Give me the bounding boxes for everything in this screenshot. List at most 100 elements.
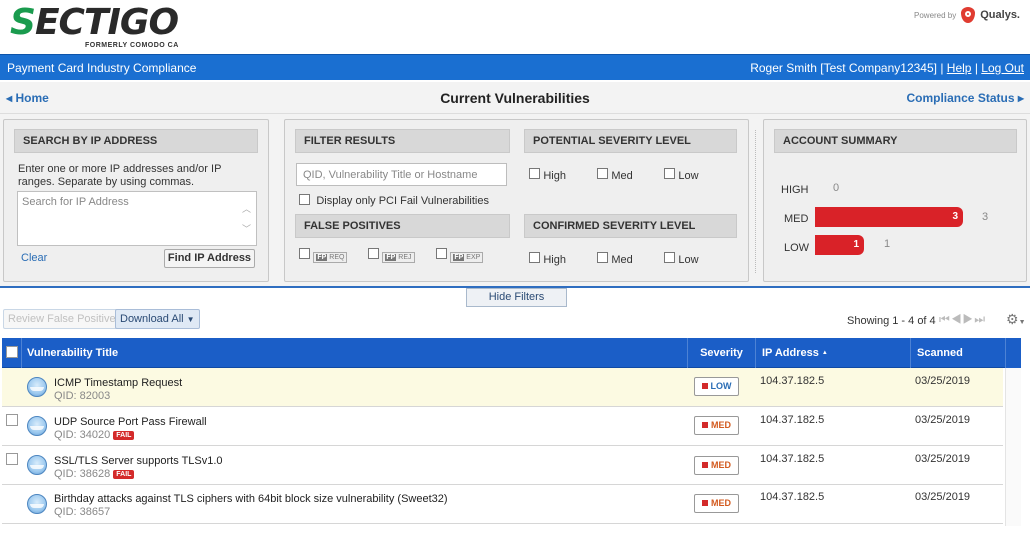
- confirmed-high-checkbox[interactable]: [529, 252, 540, 263]
- prev-page-icon[interactable]: ◀: [951, 312, 963, 326]
- table-header: Vulnerability Title Severity IP Address …: [2, 338, 1005, 368]
- pci-fail-badge: FAIL: [113, 431, 135, 440]
- potential-low-filter[interactable]: Low: [664, 168, 699, 182]
- confirmed-med-checkbox[interactable]: [597, 252, 608, 263]
- pci-fail-filter[interactable]: Display only PCI Fail Vulnerabilities: [299, 194, 489, 208]
- table-row[interactable]: UDP Source Port Pass Firewall QID: 34020…: [2, 407, 1003, 446]
- fp-req-filter[interactable]: FP REQ: [299, 248, 348, 263]
- download-all-button[interactable]: Download All ▼: [115, 309, 200, 329]
- vulnerability-icon: [27, 494, 47, 514]
- severity-label: MED: [711, 460, 731, 470]
- clear-link[interactable]: Clear: [21, 252, 47, 264]
- scroll-down-icon[interactable]: ﹀: [242, 222, 251, 235]
- table-row[interactable]: SSL/TLS Server supports TLSv1.0 QID: 386…: [2, 446, 1003, 485]
- vulnerability-title[interactable]: ICMP Timestamp Request: [54, 377, 182, 389]
- search-ip-header: SEARCH BY IP ADDRESS: [14, 129, 258, 153]
- last-page-icon[interactable]: ⏭: [974, 312, 986, 326]
- row-checkbox[interactable]: [6, 453, 18, 465]
- potential-severity-header: POTENTIAL SEVERITY LEVEL: [524, 129, 737, 153]
- fp-badge-mark: FP: [385, 254, 397, 261]
- ip-address: 104.37.182.5: [760, 375, 825, 387]
- compliance-status-link[interactable]: Compliance Status ▶: [906, 91, 1024, 105]
- app-bar: Payment Card Industry Compliance Roger S…: [0, 54, 1030, 80]
- qualys-shield-icon: [961, 7, 976, 23]
- summary-med-label: MED: [784, 213, 809, 225]
- fp-req-label: REQ: [329, 254, 345, 261]
- vulnerability-title[interactable]: Birthday attacks against TLS ciphers wit…: [54, 493, 448, 505]
- next-page-icon[interactable]: ▶: [963, 312, 975, 326]
- pager: ⏮◀▶⏭: [939, 312, 986, 327]
- fp-exp-filter[interactable]: FP EXP: [436, 248, 484, 263]
- find-ip-button[interactable]: Find IP Address: [164, 249, 255, 268]
- select-all-cell: [2, 338, 22, 368]
- fp-rej-filter[interactable]: FP REJ: [368, 248, 415, 263]
- pci-fail-badge: FAIL: [113, 470, 135, 479]
- vulnerability-qid: QID: 34020: [54, 429, 111, 441]
- scanned-date: 03/25/2019: [915, 414, 971, 426]
- summary-high-count: 0: [833, 182, 840, 194]
- sort-asc-icon: ▲: [821, 350, 828, 356]
- summary-low-count: 1: [884, 238, 891, 250]
- vulnerability-qid: QID: 38628: [54, 468, 111, 480]
- select-all-checkbox[interactable]: [6, 346, 18, 358]
- vulnerability-qid-line: QID: 34020 FAIL: [54, 429, 135, 441]
- first-page-icon[interactable]: ⏮: [939, 312, 951, 326]
- gear-icon[interactable]: ⚙▼: [1006, 311, 1026, 328]
- logo-text: ECTIGO: [34, 2, 179, 43]
- fp-badge-mark: FP: [453, 254, 465, 261]
- vulnerability-title[interactable]: UDP Source Port Pass Firewall: [54, 416, 207, 428]
- caret-down-icon: ▼: [1018, 319, 1026, 326]
- potential-high-checkbox[interactable]: [529, 168, 540, 179]
- potential-med-filter[interactable]: Med: [597, 168, 633, 182]
- ip-search-placeholder: Search for IP Address: [22, 196, 129, 208]
- confirmed-med-filter[interactable]: Med: [597, 252, 633, 266]
- col-ip-address[interactable]: IP Address ▲: [756, 338, 911, 368]
- fp-exp-checkbox[interactable]: [436, 248, 447, 259]
- ip-search-textarea[interactable]: Search for IP Address ︿ ﹀: [17, 191, 257, 246]
- help-link[interactable]: Help: [947, 61, 972, 75]
- severity-badge: MED: [694, 416, 739, 435]
- filter-text-input[interactable]: QID, Vulnerability Title or Hostname: [296, 163, 507, 186]
- review-false-positives-button[interactable]: Review False Positives: [3, 309, 127, 329]
- pci-fail-checkbox[interactable]: [299, 194, 310, 205]
- confirmed-high-filter[interactable]: High: [529, 252, 566, 266]
- table-row[interactable]: Birthday attacks against TLS ciphers wit…: [2, 485, 1003, 524]
- vulnerability-title[interactable]: SSL/TLS Server supports TLSv1.0: [54, 455, 223, 467]
- fp-rej-checkbox[interactable]: [368, 248, 379, 259]
- page-title: Current Vulnerabilities: [440, 90, 590, 106]
- row-checkbox[interactable]: [6, 414, 18, 426]
- ip-address: 104.37.182.5: [760, 414, 825, 426]
- partner-name: Qualys.: [980, 9, 1020, 21]
- fp-req-badge: FP REQ: [313, 252, 348, 263]
- potential-high-filter[interactable]: High: [529, 168, 566, 182]
- col-vulnerability-title[interactable]: Vulnerability Title: [22, 338, 688, 368]
- sectigo-logo: SECTIGO FORMERLY COMODO CA: [10, 4, 179, 50]
- showing-count: Showing 1 - 4 of 4: [847, 315, 936, 327]
- potential-med-checkbox[interactable]: [597, 168, 608, 179]
- table-row[interactable]: ICMP Timestamp Request QID: 82003 LOW 10…: [2, 368, 1003, 407]
- confirmed-severity-header: CONFIRMED SEVERITY LEVEL: [524, 214, 737, 238]
- vulnerability-icon: [27, 455, 47, 475]
- fp-req-checkbox[interactable]: [299, 248, 310, 259]
- logout-link[interactable]: Log Out: [981, 61, 1024, 75]
- severity-label: MED: [711, 498, 731, 508]
- table-header-end: [1005, 338, 1021, 368]
- search-ip-help: Enter one or more IP addresses and/or IP…: [18, 163, 222, 188]
- severity-label: MED: [711, 420, 731, 430]
- confirmed-low-checkbox[interactable]: [664, 252, 675, 263]
- confirmed-low-filter[interactable]: Low: [664, 252, 699, 266]
- col-scanned[interactable]: Scanned: [911, 338, 1005, 368]
- col-severity[interactable]: Severity: [688, 338, 756, 368]
- ip-address: 104.37.182.5: [760, 491, 825, 503]
- logo-wordmark: SECTIGO: [10, 4, 179, 42]
- severity-square-icon: [702, 500, 708, 506]
- fp-exp-label: EXP: [466, 254, 481, 261]
- confirmed-high-label: High: [543, 254, 566, 266]
- powered-by-label: Powered by: [914, 10, 957, 20]
- scroll-up-icon[interactable]: ︿: [242, 202, 251, 215]
- separator: |: [974, 61, 978, 75]
- potential-low-checkbox[interactable]: [664, 168, 675, 179]
- hide-filters-button[interactable]: Hide Filters: [466, 288, 567, 307]
- summary-low-bar: 1: [815, 235, 864, 255]
- fp-exp-badge: FP EXP: [450, 252, 484, 263]
